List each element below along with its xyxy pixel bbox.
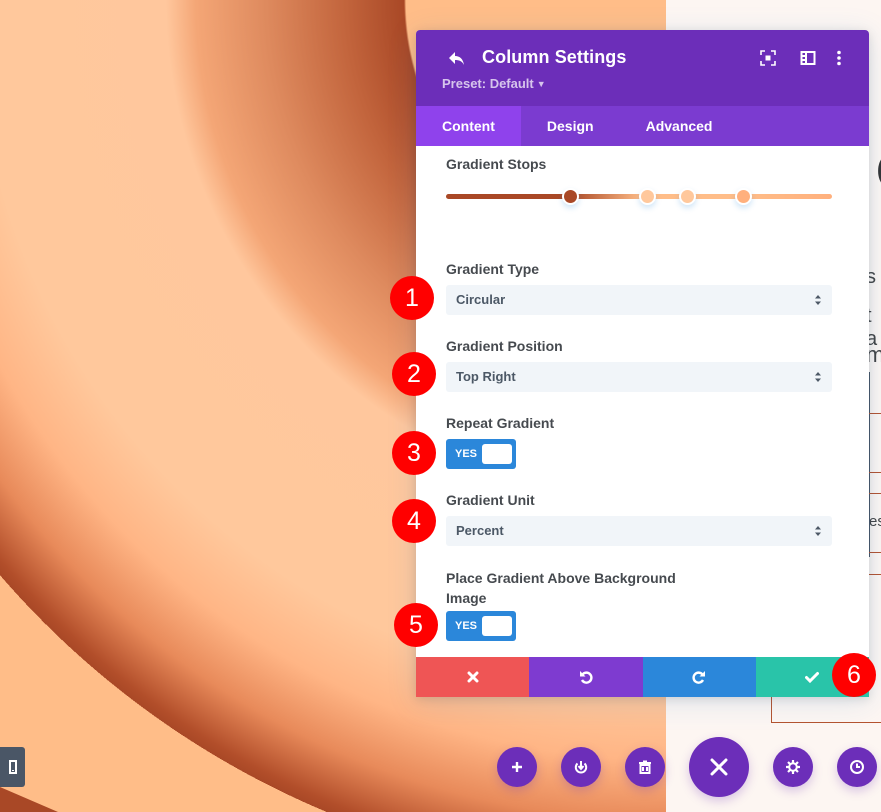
place-gradient-above-label: Place Gradient Above Background Image <box>446 570 676 606</box>
page-settings-button[interactable] <box>773 747 813 787</box>
undo-button[interactable] <box>529 657 643 697</box>
repeat-gradient-toggle[interactable]: YES <box>446 439 516 469</box>
tab-content[interactable]: Content <box>416 106 521 146</box>
panel-header: Column Settings Preset: Default ▼ <box>416 30 869 106</box>
toggle-state: YES <box>455 620 478 632</box>
phone-icon <box>8 760 17 774</box>
select-arrows-icon <box>815 526 821 536</box>
tab-design[interactable]: Design <box>521 106 620 146</box>
redo-icon <box>692 671 706 684</box>
step-badge: 2 <box>392 352 436 396</box>
gradient-stop-handle[interactable] <box>679 188 697 205</box>
gradient-position-select[interactable]: Top Right <box>446 362 832 392</box>
gradient-stop-handle[interactable] <box>561 188 579 205</box>
redo-button[interactable] <box>642 657 756 697</box>
panel-action-bar <box>416 657 869 697</box>
delete-button[interactable] <box>625 747 665 787</box>
step-badge: 1 <box>390 276 434 320</box>
toggle-knob <box>482 616 512 636</box>
panel-body: Gradient Stops Gradient Type Circular Gr… <box>416 146 869 657</box>
toggle-knob <box>482 444 512 464</box>
page-divider <box>869 413 881 414</box>
gradient-wedge <box>0 787 58 812</box>
gradient-type-select[interactable]: Circular <box>446 285 832 315</box>
panel-title: Column Settings <box>482 47 627 67</box>
caret-down-icon: ▼ <box>536 79 546 89</box>
repeat-gradient-label: Repeat Gradient <box>446 415 555 431</box>
cancel-button[interactable] <box>416 657 530 697</box>
step-badge: 5 <box>394 603 438 647</box>
close-icon <box>467 671 479 683</box>
portability-button[interactable] <box>561 747 601 787</box>
gradient-type-value: Circular <box>456 292 506 307</box>
gradient-stops-label: Gradient Stops <box>446 156 547 172</box>
settings-tabs: Content Design Advanced <box>416 106 869 146</box>
step-badge: 3 <box>392 431 436 475</box>
place-gradient-above-toggle[interactable]: YES <box>446 611 516 641</box>
page-text-fragment: es <box>869 513 881 530</box>
step-badge: 4 <box>392 499 436 543</box>
split-view-icon[interactable] <box>800 50 816 66</box>
gradient-unit-label: Gradient Unit <box>446 492 535 508</box>
preset-dropdown[interactable]: Preset: Default ▼ <box>442 76 546 91</box>
gear-icon <box>786 760 800 774</box>
gradient-unit-value: Percent <box>456 523 504 538</box>
page-divider <box>869 552 881 553</box>
gradient-unit-select[interactable]: Percent <box>446 516 832 546</box>
expand-icon[interactable] <box>760 50 776 66</box>
add-icon <box>512 762 522 772</box>
responsive-view-button[interactable] <box>0 747 25 787</box>
gradient-type-label: Gradient Type <box>446 261 540 277</box>
undo-icon <box>579 671 593 684</box>
preset-label: Preset: Default <box>442 76 534 91</box>
close-builder-button[interactable] <box>689 737 749 797</box>
column-settings-panel: Column Settings Preset: Default ▼ Content… <box>416 30 869 697</box>
select-arrows-icon <box>815 372 821 382</box>
history-icon <box>850 760 864 774</box>
back-arrow-icon[interactable] <box>446 48 468 70</box>
gradient-position-value: Top Right <box>456 369 516 384</box>
history-button[interactable] <box>837 747 877 787</box>
select-arrows-icon <box>815 295 821 305</box>
gradient-position-label: Gradient Position <box>446 338 563 354</box>
trash-icon <box>639 760 651 774</box>
close-icon <box>710 758 728 776</box>
page-text-fragment: ( <box>876 150 881 189</box>
page-divider <box>869 493 881 494</box>
page-divider <box>869 472 881 473</box>
gradient-stop-handle[interactable] <box>638 188 656 205</box>
gradient-stops-slider[interactable] <box>446 176 832 216</box>
more-vertical-icon[interactable] <box>836 50 852 66</box>
gradient-stop-handle[interactable] <box>735 188 753 205</box>
step-badge: 6 <box>832 653 876 697</box>
check-icon <box>805 672 820 683</box>
tab-advanced[interactable]: Advanced <box>620 106 739 146</box>
power-icon <box>574 761 588 774</box>
toggle-state: YES <box>455 448 478 460</box>
page-divider <box>869 574 881 575</box>
add-button[interactable] <box>497 747 537 787</box>
